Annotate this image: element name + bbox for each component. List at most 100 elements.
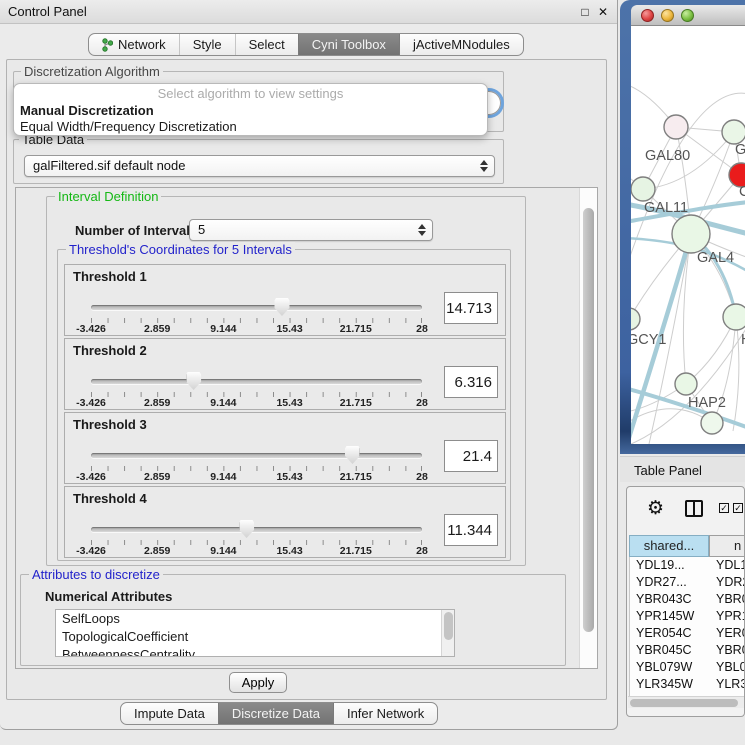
column-header-shared-name[interactable]: shared... <box>629 535 709 557</box>
tick-label: 21.715 <box>340 471 372 483</box>
cell[interactable]: YLR3 <box>716 676 745 693</box>
scrollbar-thumb[interactable] <box>444 612 453 640</box>
table-panel-window: ⚙ ✓ ✓ shared... n YDL19...YDL1 YDR27...Y… <box>626 486 745 717</box>
slider-knob[interactable] <box>186 372 201 390</box>
table-row[interactable]: YDL19... YDL1 <box>630 557 745 574</box>
cell[interactable]: YLR345W <box>636 676 710 693</box>
node-label: GAL11 <box>644 200 688 216</box>
apply-button[interactable]: Apply <box>229 672 287 693</box>
network-node[interactable] <box>675 373 697 395</box>
columns-icon[interactable] <box>685 500 703 517</box>
threshold-title: Threshold 4 <box>73 491 147 506</box>
slider-track[interactable] <box>91 379 422 384</box>
cell[interactable]: YBL079W <box>636 659 710 676</box>
table-rows: YDL19... YDL1 YDR27... YDR2 YBR043C YBR0 YP… <box>629 557 745 696</box>
slider-knob[interactable] <box>239 520 254 538</box>
table-row[interactable]: YPR145W YPR1 <box>630 608 745 625</box>
cell[interactable]: YBL0 <box>716 659 745 676</box>
threshold-4-slider[interactable] <box>91 527 422 532</box>
table-row[interactable]: YBR045C YBR0 <box>630 642 745 659</box>
settings-vertical-scrollbar[interactable] <box>579 188 598 668</box>
network-node[interactable] <box>723 304 745 330</box>
list-scrollbar[interactable] <box>441 610 454 656</box>
tab-cyni-toolbox[interactable]: Cyni Toolbox <box>298 34 399 55</box>
threshold-2-slider[interactable] <box>91 379 422 384</box>
cell[interactable]: YER054C <box>636 625 710 642</box>
slider-knob[interactable] <box>274 298 289 316</box>
list-item[interactable]: SelfLoops <box>56 610 454 628</box>
table-row[interactable]: YDR27... YDR2 <box>630 574 745 591</box>
checkbox-icon[interactable]: ✓ <box>733 503 743 513</box>
close-traffic-light-icon[interactable] <box>641 9 654 22</box>
slider-track[interactable] <box>91 527 422 532</box>
dropdown-option-equal-width-frequency[interactable]: Equal Width/Frequency Discretization <box>14 119 487 135</box>
stepper-icon <box>479 160 488 172</box>
cell[interactable]: YBR0 <box>716 642 745 659</box>
float-window-icon[interactable]: □ <box>577 4 593 20</box>
slider-tick-labels: -3.426 2.859 9.144 15.43 21.715 28 <box>91 323 422 335</box>
node-label: GAL80 <box>645 148 690 164</box>
cell[interactable]: YDL1 <box>716 557 745 574</box>
cell[interactable]: YPR1 <box>716 608 745 625</box>
number-of-intervals-combobox[interactable]: 5 <box>189 219 433 241</box>
table-horizontal-scrollbar[interactable] <box>628 696 745 708</box>
cell[interactable]: YDR27... <box>636 574 710 591</box>
threshold-1-value-field[interactable]: 14.713 <box>444 292 498 324</box>
checkbox-icon[interactable]: ✓ <box>719 503 729 513</box>
tab-label: Impute Data <box>134 703 205 724</box>
zoom-traffic-light-icon[interactable] <box>681 9 694 22</box>
tab-infer-network[interactable]: Infer Network <box>333 703 437 724</box>
number-of-intervals-value: 5 <box>198 222 205 237</box>
tab-network[interactable]: Network <box>89 34 179 55</box>
threshold-3-value-field[interactable]: 21.4 <box>444 440 498 472</box>
slider-track[interactable] <box>91 453 422 458</box>
table-row[interactable]: YLR345W YLR3 <box>630 676 745 693</box>
network-node[interactable] <box>672 215 710 253</box>
network-node[interactable] <box>664 115 688 139</box>
node-label: C <box>739 184 745 200</box>
tick-label: -3.426 <box>76 471 106 483</box>
network-node[interactable] <box>722 120 745 144</box>
node-label: H <box>741 332 745 348</box>
cell[interactable]: YBR043C <box>636 591 710 608</box>
table-data-combobox[interactable]: galFiltered.sif default node <box>24 155 495 177</box>
list-item[interactable]: BetweennessCentrality <box>56 646 454 657</box>
network-canvas[interactable]: GAL80 GA C GAL11 GAL4 GCY1 H HAP2 <box>631 26 745 444</box>
close-window-icon[interactable]: ✕ <box>595 4 611 20</box>
tab-label: Cyni Toolbox <box>312 34 386 55</box>
table-row[interactable]: YBL079W YBL0 <box>630 659 745 676</box>
gear-icon[interactable]: ⚙ <box>647 498 664 520</box>
cell[interactable]: YER0 <box>716 625 745 642</box>
slider-track[interactable] <box>91 305 422 310</box>
threshold-2-value-field[interactable]: 6.316 <box>444 366 498 398</box>
slider-knob[interactable] <box>345 446 360 464</box>
minimize-traffic-light-icon[interactable] <box>661 9 674 22</box>
network-node[interactable] <box>701 412 723 434</box>
list-item[interactable]: TopologicalCoefficient <box>56 628 454 646</box>
tab-jactivemnodules[interactable]: jActiveMNodules <box>399 34 523 55</box>
threshold-4-value-field[interactable]: 11.344 <box>444 514 498 546</box>
cell[interactable]: YDL19... <box>636 557 710 574</box>
tab-select[interactable]: Select <box>235 34 298 55</box>
threshold-title: Threshold 1 <box>73 269 147 284</box>
network-node[interactable] <box>631 177 655 201</box>
stepper-icon <box>417 224 426 236</box>
scrollbar-thumb[interactable] <box>630 699 738 707</box>
cell[interactable]: YPR145W <box>636 608 710 625</box>
cell[interactable]: YDR2 <box>716 574 745 591</box>
threshold-1-slider[interactable] <box>91 305 422 310</box>
tab-discretize-data[interactable]: Discretize Data <box>218 703 333 724</box>
cell[interactable]: YBR045C <box>636 642 710 659</box>
cell[interactable]: YBR0 <box>716 591 745 608</box>
tab-impute-data[interactable]: Impute Data <box>121 703 218 724</box>
dropdown-option-manual-discretization[interactable]: Manual Discretization <box>14 103 487 119</box>
scrollbar-thumb[interactable] <box>583 208 594 632</box>
network-node[interactable] <box>631 308 640 330</box>
table-row[interactable]: YER054C YER0 <box>630 625 745 642</box>
threshold-3-slider[interactable] <box>91 453 422 458</box>
table-row[interactable]: YBR043C YBR0 <box>630 591 745 608</box>
column-header-name[interactable]: n <box>709 535 745 557</box>
tab-style[interactable]: Style <box>179 34 235 55</box>
attributes-group: Attributes to discretize Numerical Attri… <box>20 574 566 666</box>
threshold-4-panel: Threshold 4 -3.426 2.859 9.144 <box>64 486 506 558</box>
